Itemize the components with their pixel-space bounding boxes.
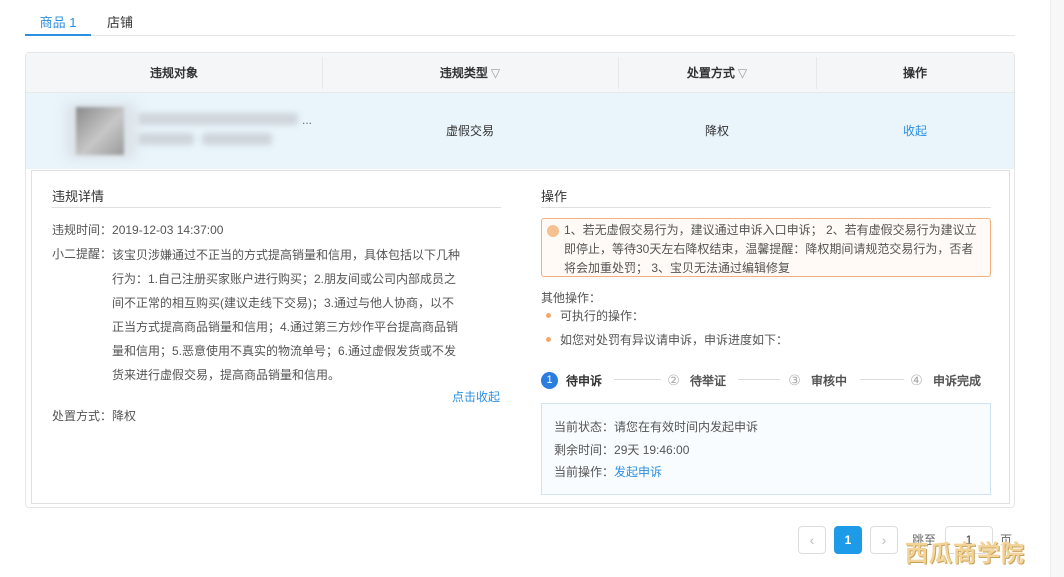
step-appeal-complete: ④ 申诉完成 xyxy=(908,370,981,390)
warning-text: 1、若无虚假交易行为，建议通过申诉入口申诉； 2、若有虚假交易行为建议立 即停止… xyxy=(564,221,984,278)
reminder-label: 小二提醒： xyxy=(52,247,113,261)
header-label: 违规对象 xyxy=(149,66,198,80)
watermark-logo: 西瓜商学院 xyxy=(905,540,1025,567)
collapse-detail-link[interactable]: 点击收起 xyxy=(452,388,500,405)
reminder-line: 量和信用；5.恶意使用不真实的物流单号；6.通过虚假发货或不发 xyxy=(112,344,457,358)
remaining-time-value: 29天 19:46:00 xyxy=(614,443,690,457)
step-label: 审核中 xyxy=(811,373,848,388)
filter-icon[interactable]: ▽ xyxy=(491,66,500,80)
warning-line: 1、若无虚假交易行为，建议通过申诉入口申诉； 2、若有虚假交易行为建议立 xyxy=(564,223,977,237)
header-label: 违规类型 xyxy=(439,66,488,80)
submit-appeal-link[interactable]: 发起申诉 xyxy=(614,465,662,479)
page-1-button[interactable]: 1 xyxy=(834,526,862,554)
remaining-time-label: 剩余时间： xyxy=(554,443,615,457)
header-disposal-method[interactable]: 处置方式 ▽ xyxy=(618,53,816,93)
step-connector xyxy=(614,379,661,380)
reminder-line: 货来进行虚假交易，提高商品销量和信用。 xyxy=(112,368,341,382)
prev-page-button[interactable]: ‹ xyxy=(798,526,826,554)
disposal-method-value: 降权 xyxy=(112,409,137,423)
violation-time: 违规时间：2019-12-03 14:37:00 xyxy=(52,219,223,242)
tab-shop[interactable]: 店铺 xyxy=(107,12,133,36)
violation-time-label: 违规时间： xyxy=(52,223,113,237)
bullet-item: 如您对处罚有异议请申诉，申诉进度如下： xyxy=(546,331,788,348)
collapse-row-link[interactable]: 收起 xyxy=(816,93,1014,169)
disposal-method-cell: 降权 xyxy=(704,124,729,138)
filter-icon[interactable]: ▽ xyxy=(738,66,747,80)
step-number: ② xyxy=(667,371,680,388)
table-header: 违规对象 违规类型 ▽ 处置方式 ▽ 操作 xyxy=(26,53,1014,93)
current-status-value: 请您在有效时间内发起申诉 xyxy=(614,420,759,434)
step-under-review: ③ 审核中 xyxy=(786,370,847,390)
tab-product[interactable]: 商品 1 xyxy=(25,12,91,36)
violation-table-card: 违规对象 违规类型 ▽ 处置方式 ▽ 操作 ... 虚假交易 降权 收起 违规详情 … xyxy=(25,52,1015,508)
step-connector xyxy=(738,379,780,380)
step-number: 1 xyxy=(541,371,558,389)
product-title-blurred xyxy=(138,113,298,125)
product-thumbnail[interactable] xyxy=(76,107,124,155)
header-violation-object: 违规对象 xyxy=(26,53,322,93)
reminder-line: 正当方式提高商品销量和信用；4.通过第三方炒作平台提高商品销 xyxy=(112,320,459,334)
remaining-time: 剩余时间：29天 19:46:00 xyxy=(554,441,689,458)
vertical-scrollbar[interactable] xyxy=(1050,0,1064,577)
warning-line: 将会加重处罚； 3、宝贝无法通过编辑修复 xyxy=(564,261,791,275)
violation-type-cell: 虚假交易 xyxy=(445,124,494,138)
operation-title: 操作 xyxy=(541,189,568,204)
header-operation: 操作 xyxy=(816,53,1014,93)
header-label: 操作 xyxy=(902,66,927,80)
step-pending-evidence: ② 待举证 xyxy=(665,370,726,390)
header-violation-type[interactable]: 违规类型 ▽ xyxy=(322,53,618,93)
warning-dot-icon xyxy=(547,225,559,237)
step-number: ④ xyxy=(910,371,923,388)
violation-detail-panel: 违规详情 违规时间：2019-12-03 14:37:00 小二提醒： 该宝贝涉… xyxy=(31,170,1010,504)
current-operation: 当前操作：发起申诉 xyxy=(554,463,662,480)
appeal-progress-steps: 1 待申诉 ② 待举证 ③ 审核中 ④ 申诉完成 xyxy=(541,370,991,390)
current-operation-label: 当前操作： xyxy=(554,465,615,479)
disposal-method-label: 处置方式： xyxy=(52,409,113,423)
product-title-ellipsis: ... xyxy=(302,113,313,127)
tab-bar: 商品 1 店铺 xyxy=(25,8,1015,36)
section-divider xyxy=(52,207,501,208)
bullet-dot-icon xyxy=(546,337,551,343)
step-pending-appeal: 1 待申诉 xyxy=(541,370,602,390)
product-subtitle-blurred xyxy=(202,133,272,145)
next-page-button[interactable]: › xyxy=(870,526,898,554)
section-divider xyxy=(541,207,991,208)
bullet-item: 可执行的操作： xyxy=(546,307,644,324)
warning-line: 即停止，等待30天左右降权结束，温馨提醒：降权期间请规范交易行为，否者 xyxy=(564,242,974,256)
current-status-label: 当前状态： xyxy=(554,420,615,434)
reminder-text: 该宝贝涉嫌通过不正当的方式提高销量和信用，具体包括以下几种 行为：1.自己注册买… xyxy=(112,243,512,387)
reminder-line: 行为：1.自己注册买家账户进行购买；2.朋友间或公司内部成员之 xyxy=(112,272,457,286)
disposal-method: 处置方式：降权 xyxy=(52,405,136,428)
header-label: 处置方式 xyxy=(686,66,735,80)
reminder-line: 间不正常的相互购买(建议走线下交易)；3.通过与他人协商，以不 xyxy=(112,296,455,310)
reminder-line: 该宝贝涉嫌通过不正当的方式提高销量和信用，具体包括以下几种 xyxy=(112,248,461,262)
warning-notice: 1、若无虚假交易行为，建议通过申诉入口申诉； 2、若有虚假交易行为建议立 即停止… xyxy=(541,218,991,277)
current-status: 当前状态：请您在有效时间内发起申诉 xyxy=(554,418,758,435)
appeal-status-box: 当前状态：请您在有效时间内发起申诉 剩余时间：29天 19:46:00 当前操作… xyxy=(541,403,991,495)
product-subtitle-blurred xyxy=(138,133,194,145)
step-label: 申诉完成 xyxy=(933,373,982,388)
bullet-dot-icon xyxy=(546,313,551,319)
other-operations-label: 其他操作： xyxy=(541,291,602,305)
violation-time-value: 2019-12-03 14:37:00 xyxy=(112,223,224,237)
step-label: 待举证 xyxy=(690,373,727,388)
bullet-text: 如您对处罚有异议请申诉，申诉进度如下： xyxy=(560,333,789,347)
step-label: 待申诉 xyxy=(566,373,603,388)
bullet-text: 可执行的操作： xyxy=(560,309,645,323)
violation-detail-title: 违规详情 xyxy=(52,189,105,204)
table-row: ... 虚假交易 降权 收起 xyxy=(26,93,1014,169)
step-number: ③ xyxy=(788,371,801,388)
step-connector xyxy=(860,379,904,380)
